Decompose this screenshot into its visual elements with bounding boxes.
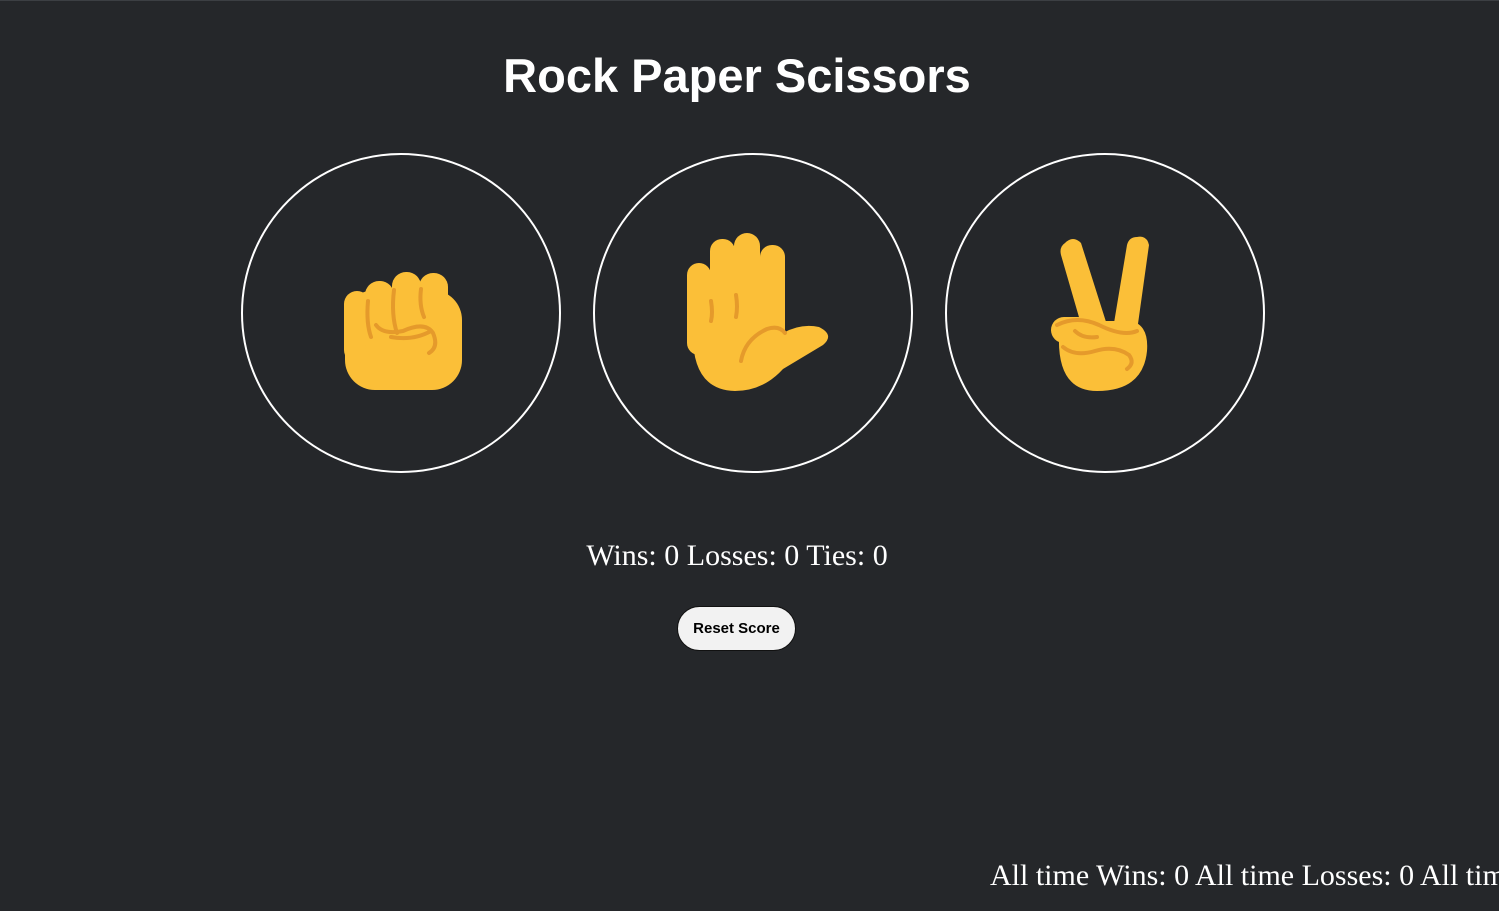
scissors-button[interactable] bbox=[945, 153, 1265, 473]
page-title: Rock Paper Scissors bbox=[503, 49, 971, 102]
alltime-losses-label: All time Losses: bbox=[1194, 859, 1392, 892]
paper-button[interactable] bbox=[593, 153, 913, 473]
ties-label: Ties: bbox=[806, 539, 866, 572]
alltime-ties-label: All time Ties: bbox=[1419, 859, 1499, 892]
wins-value: 0 bbox=[664, 539, 680, 572]
alltime-losses-value: 0 bbox=[1399, 859, 1415, 892]
ties-value: 0 bbox=[872, 539, 888, 572]
losses-value: 0 bbox=[784, 539, 800, 572]
alltime-wins-value: 0 bbox=[1174, 859, 1190, 892]
victory-hand-icon bbox=[1051, 236, 1149, 391]
all-time-score: All time Wins: 0 All time Losses: 0 All … bbox=[990, 856, 1499, 896]
session-score: Wins: 0 Losses: 0 Ties: 0 bbox=[0, 536, 1474, 576]
top-border bbox=[0, 0, 1499, 1]
wins-label: Wins: bbox=[586, 539, 657, 572]
losses-label: Losses: bbox=[686, 539, 777, 572]
raised-hand-icon bbox=[687, 233, 829, 391]
raised-fist-icon bbox=[344, 272, 462, 390]
rock-button[interactable] bbox=[241, 153, 561, 473]
reset-score-button[interactable]: Reset Score bbox=[677, 606, 796, 651]
alltime-wins-label: All time Wins: bbox=[990, 859, 1167, 892]
